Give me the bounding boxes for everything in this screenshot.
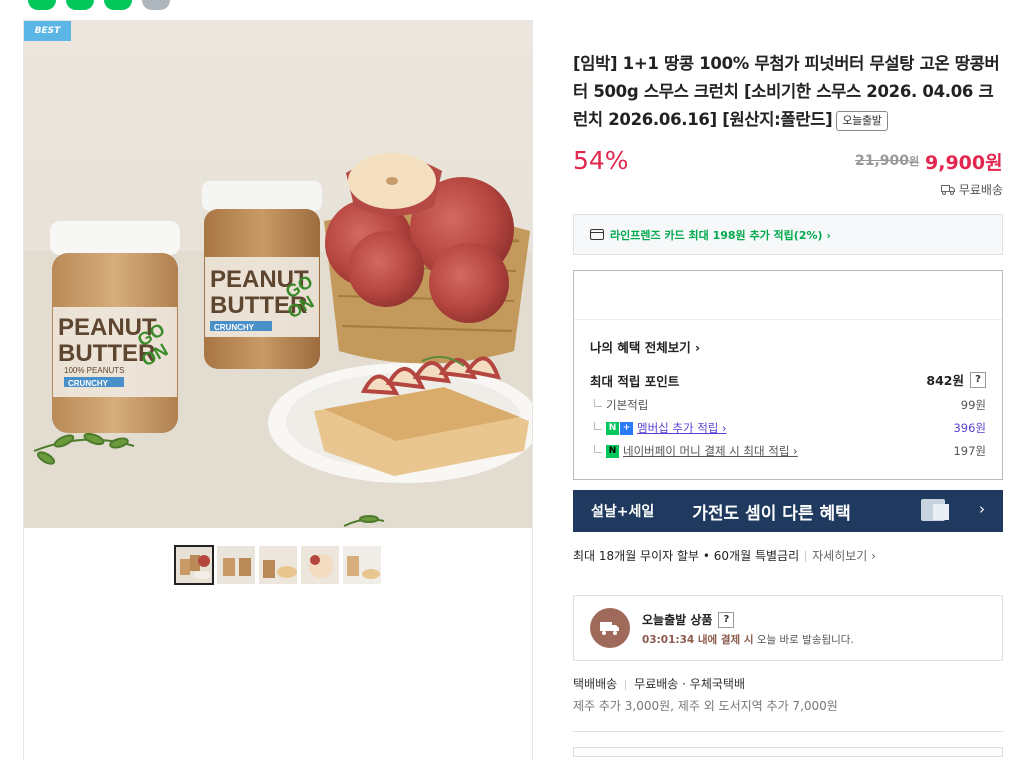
share-icon-2[interactable] <box>66 0 94 10</box>
divider <box>573 731 1003 732</box>
promo-banner[interactable]: 설날+세일 가전도 셈이 다른 혜택 › <box>573 490 1003 532</box>
help-icon[interactable]: ? <box>970 371 986 388</box>
today-ship-countdown: 03:01:34 내에 결제 시 오늘 바로 발송됩니다. <box>642 632 854 647</box>
top-share-icons <box>28 0 170 10</box>
benefit-row-membership[interactable]: N + 멤버십 추가 적립 › <box>594 420 727 436</box>
original-price-unit: 원 <box>909 155 920 168</box>
benefit-row-value: 197원 <box>953 444 986 458</box>
original-price-value: 21,900 <box>855 153 910 169</box>
share-icon-3[interactable] <box>104 0 132 10</box>
original-price: 21,900원 <box>855 153 919 169</box>
card-icon <box>590 229 604 240</box>
banner-sale-label: 설날+세일 <box>591 504 655 520</box>
discount-rate: 54% <box>573 146 629 175</box>
thumbnail-1[interactable] <box>174 545 214 585</box>
share-icon-1[interactable] <box>28 0 56 10</box>
countdown-time: 03:01:34 내에 결제 시 <box>642 634 754 646</box>
delivery-truck-icon <box>590 608 630 648</box>
tree-line <box>594 421 602 430</box>
max-point-amount: 842원 <box>926 373 964 388</box>
today-ship-box: 오늘출발 상품 ? 03:01:34 내에 결제 시 오늘 바로 발송됩니다. <box>573 595 1003 661</box>
benefit-row-npay[interactable]: N 네이버페이 머니 결제 시 최대 적립 › <box>594 443 798 459</box>
thumbnail-3[interactable] <box>258 545 298 585</box>
divider <box>625 679 627 690</box>
divider <box>805 551 807 562</box>
next-section-box <box>573 747 1003 757</box>
help-icon[interactable]: ? <box>718 611 735 628</box>
truck-icon <box>940 185 955 195</box>
thumbnail-2[interactable] <box>216 545 256 585</box>
today-ship-title-text: 오늘출발 상품 <box>642 613 713 627</box>
card-benefit-box[interactable]: 라인프렌즈 카드 최대 198원 추가 적립(2%) › <box>573 214 1003 255</box>
naver-pay-icon: N <box>606 444 619 458</box>
thumbnail-strip <box>174 545 382 585</box>
main-product-image[interactable]: PEANUT BUTTER CRUNCHY GO ON PEANUT BUTTE… <box>24 21 532 528</box>
today-ship-title: 오늘출발 상품 ? <box>642 611 735 628</box>
benefit-row-basic: 기본적립 <box>594 397 648 413</box>
benefit-view-all[interactable]: 나의 혜택 전체보기 › <box>590 337 700 356</box>
shipping-info: 무료배송 <box>940 181 1003 198</box>
chevron-right-icon: › <box>979 500 985 518</box>
max-point-label: 최대 적립 포인트 <box>590 374 680 389</box>
delivery-extra-fee: 제주 추가 3,000원, 제주 외 도서지역 추가 7,000원 <box>573 699 838 713</box>
benefit-row-label: 네이버페이 머니 결제 시 최대 적립 › <box>623 444 798 458</box>
divider <box>532 20 533 760</box>
benefit-row-value: 396원 <box>953 421 986 435</box>
thumbnail-5[interactable] <box>342 545 382 585</box>
delivery-info: 택배배송 무료배송 · 우체국택배 <box>573 675 745 692</box>
shipping-text: 무료배송 <box>958 183 1003 197</box>
installment-info: 최대 18개월 무이자 할부 • 60개월 특별금리 자세히보기 › <box>573 547 876 564</box>
benefit-divider <box>574 319 1002 320</box>
card-benefit-text: 라인프렌즈 카드 최대 198원 추가 적립(2%) › <box>610 228 831 242</box>
sale-price: 9,900원 <box>925 152 1003 174</box>
share-icon-4[interactable] <box>142 0 170 10</box>
thumbnail-4[interactable] <box>300 545 340 585</box>
today-ship-tag: 오늘출발 <box>836 110 888 131</box>
tree-line <box>594 398 602 407</box>
product-title-text: [임박] 1+1 땅콩 100% 무첨가 피넛버터 무설탕 고온 땅콩버터 50… <box>573 54 1000 129</box>
installment-text: 최대 18개월 무이자 할부 • 60개월 특별금리 <box>573 549 800 563</box>
installment-more-link[interactable]: 자세히보기 › <box>812 549 876 563</box>
tree-line <box>594 444 602 453</box>
benefit-row-label: 기본적립 <box>606 398 649 412</box>
max-point-value: 842원 ? <box>926 370 986 389</box>
svg-text:100% PEANUTS: 100% PEANUTS <box>64 366 124 375</box>
delivery-type: 택배배송 <box>573 677 618 691</box>
best-badge: BEST <box>24 21 71 41</box>
benefit-row-value: 99원 <box>960 398 986 412</box>
appliance-icon-2 <box>933 504 949 520</box>
countdown-rest: 오늘 바로 발송됩니다. <box>753 634 854 646</box>
benefit-box: 나의 혜택 전체보기 › 최대 적립 포인트 842원 ? 기본적립 99원 N… <box>573 270 1003 480</box>
banner-main-text: 가전도 셈이 다른 혜택 <box>692 503 851 524</box>
product-title: [임박] 1+1 땅콩 100% 무첨가 피넛버터 무설탕 고온 땅콩버터 50… <box>573 50 1008 134</box>
delivery-fee: 무료배송 <box>634 677 679 691</box>
svg-text:CRUNCHY: CRUNCHY <box>68 379 109 388</box>
delivery-carrier: · 우체국택배 <box>682 677 746 691</box>
naver-plus-icon: N + <box>606 421 633 435</box>
svg-text:CRUNCHY: CRUNCHY <box>214 323 255 332</box>
benefit-row-label: 멤버십 추가 적립 › <box>637 421 727 435</box>
